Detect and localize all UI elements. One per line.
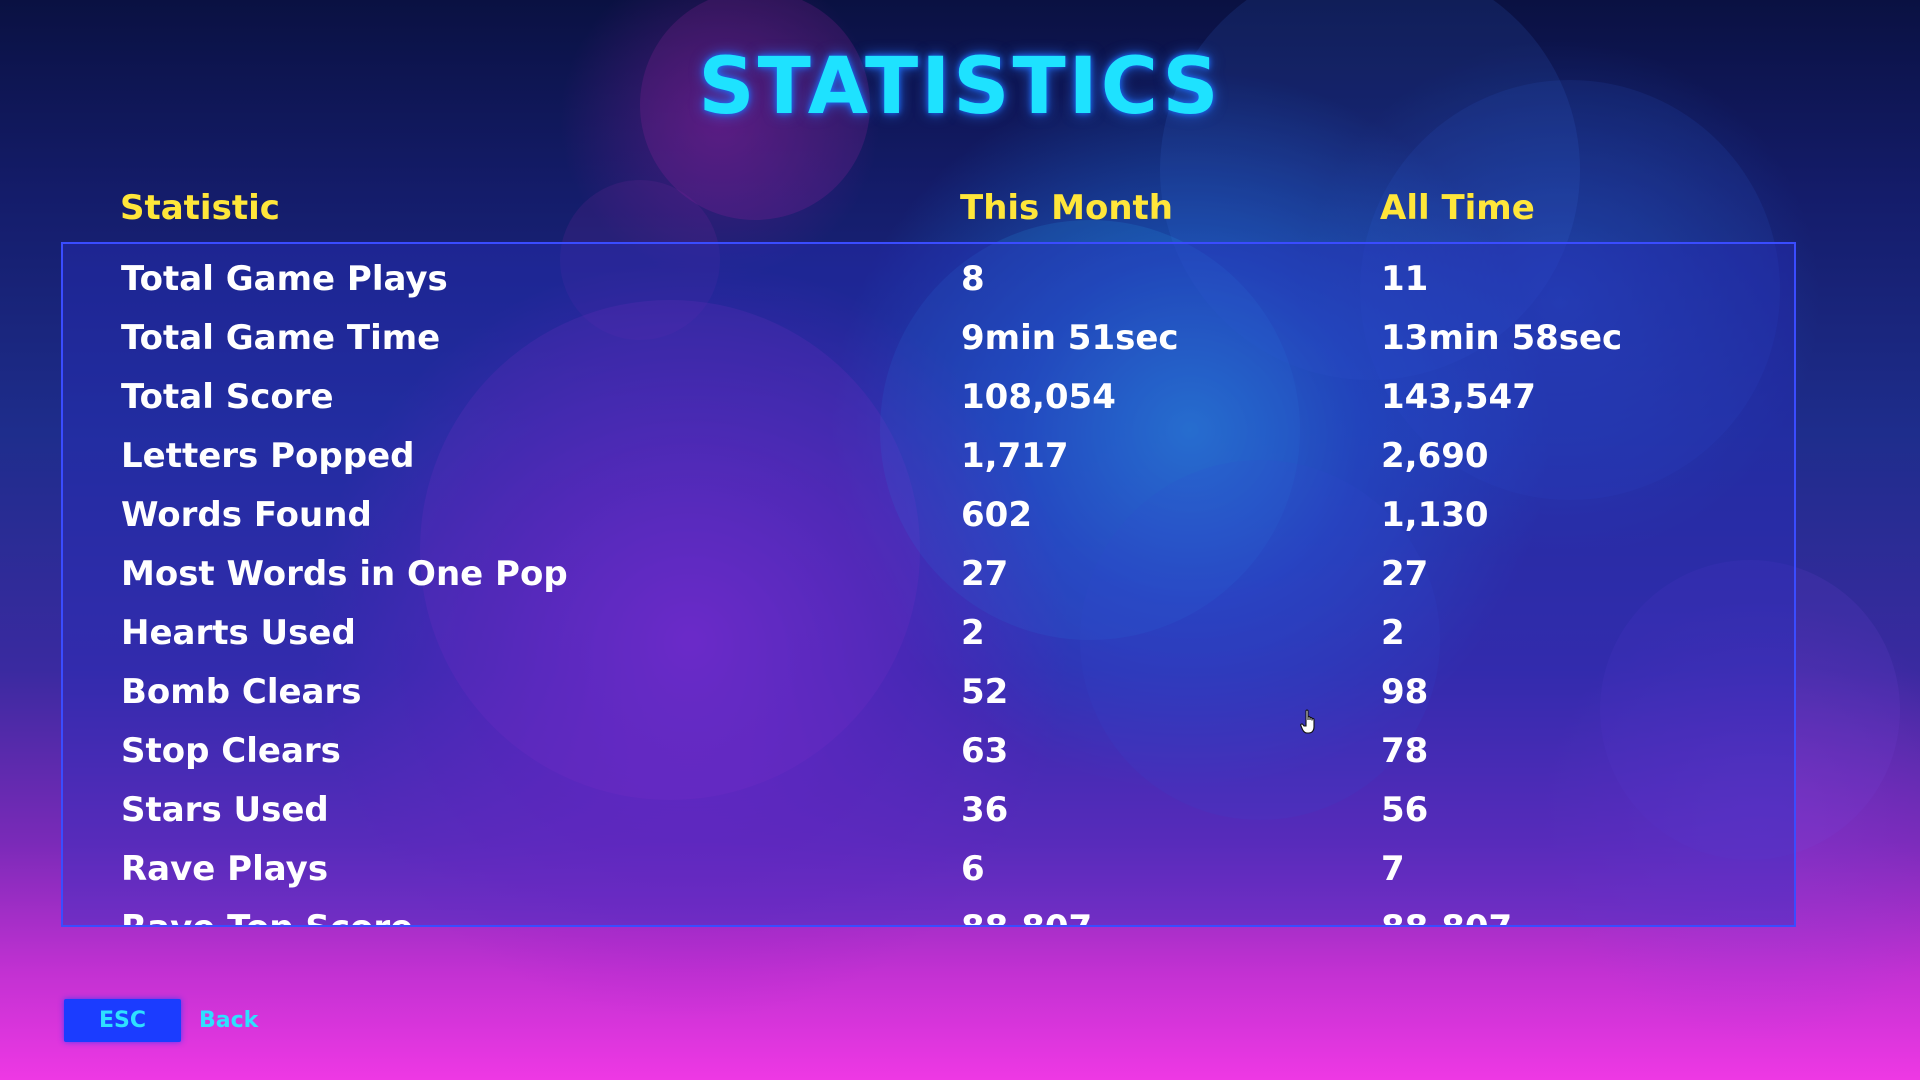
table-row: Most Words in One Pop 27 27 (63, 551, 1794, 610)
stat-all-time: 88,807 (1381, 905, 1512, 925)
column-header-all-time: All Time (1380, 188, 1535, 228)
stat-name: Total Game Time (121, 318, 441, 358)
table-row: Words Found 602 1,130 (63, 492, 1794, 551)
stat-name: Stop Clears (121, 731, 341, 771)
stat-name: Words Found (121, 495, 372, 535)
stat-this-month: 36 (961, 790, 1009, 830)
stat-all-time: 78 (1381, 731, 1429, 771)
table-row: Hearts Used 2 2 (63, 610, 1794, 669)
stat-this-month: 108,054 (961, 377, 1116, 417)
stat-this-month: 2 (961, 613, 985, 653)
stat-this-month: 9min 51sec (961, 318, 1179, 358)
stat-all-time: 11 (1381, 259, 1429, 299)
stat-this-month: 1,717 (961, 436, 1069, 476)
stat-this-month: 27 (961, 554, 1009, 594)
stat-name: Most Words in One Pop (121, 554, 568, 594)
back-button[interactable]: Back (199, 1006, 258, 1036)
stat-all-time: 1,130 (1381, 495, 1489, 535)
stat-this-month: 88,807 (961, 905, 1092, 925)
stat-this-month: 63 (961, 731, 1009, 771)
stat-name: Total Score (121, 377, 334, 417)
stat-name: Bomb Clears (121, 672, 362, 712)
stat-all-time: 2,690 (1381, 436, 1489, 476)
stat-all-time: 2 (1381, 613, 1405, 653)
column-header-statistic: Statistic (120, 188, 280, 228)
table-row: Total Score 108,054 143,547 (63, 374, 1794, 433)
table-row: Stars Used 36 56 (63, 787, 1794, 846)
stat-all-time: 98 (1381, 672, 1429, 712)
table-row: Rave Plays 6 7 (63, 846, 1794, 905)
column-header-this-month: This Month (960, 188, 1173, 228)
stat-all-time: 56 (1381, 790, 1429, 830)
table-row: Rave Top Score 88,807 88,807 (63, 905, 1794, 925)
stat-name: Total Game Plays (121, 259, 448, 299)
stat-name: Hearts Used (121, 613, 356, 653)
stat-all-time: 27 (1381, 554, 1429, 594)
stat-name: Letters Popped (121, 436, 415, 476)
stat-this-month: 602 (961, 495, 1032, 535)
hand-pointer-icon (1300, 709, 1320, 735)
stat-name: Rave Top Score (121, 905, 413, 925)
stat-name: Rave Plays (121, 849, 329, 889)
table-row: Letters Popped 1,717 2,690 (63, 433, 1794, 492)
esc-key-button[interactable]: ESC (64, 999, 181, 1042)
table-row: Total Game Plays 8 11 (63, 256, 1794, 315)
stat-this-month: 6 (961, 849, 985, 889)
stat-all-time: 143,547 (1381, 377, 1536, 417)
stat-all-time: 13min 58sec (1381, 318, 1623, 358)
table-row: Bomb Clears 52 98 (63, 669, 1794, 728)
table-row: Stop Clears 63 78 (63, 728, 1794, 787)
stat-this-month: 8 (961, 259, 985, 299)
table-row: Total Game Time 9min 51sec 13min 58sec (63, 315, 1794, 374)
stat-this-month: 52 (961, 672, 1009, 712)
stat-all-time: 7 (1381, 849, 1405, 889)
statistics-table[interactable]: Total Game Plays 8 11 Total Game Time 9m… (61, 242, 1796, 927)
page-title: STATISTICS (698, 42, 1222, 132)
stat-name: Stars Used (121, 790, 329, 830)
